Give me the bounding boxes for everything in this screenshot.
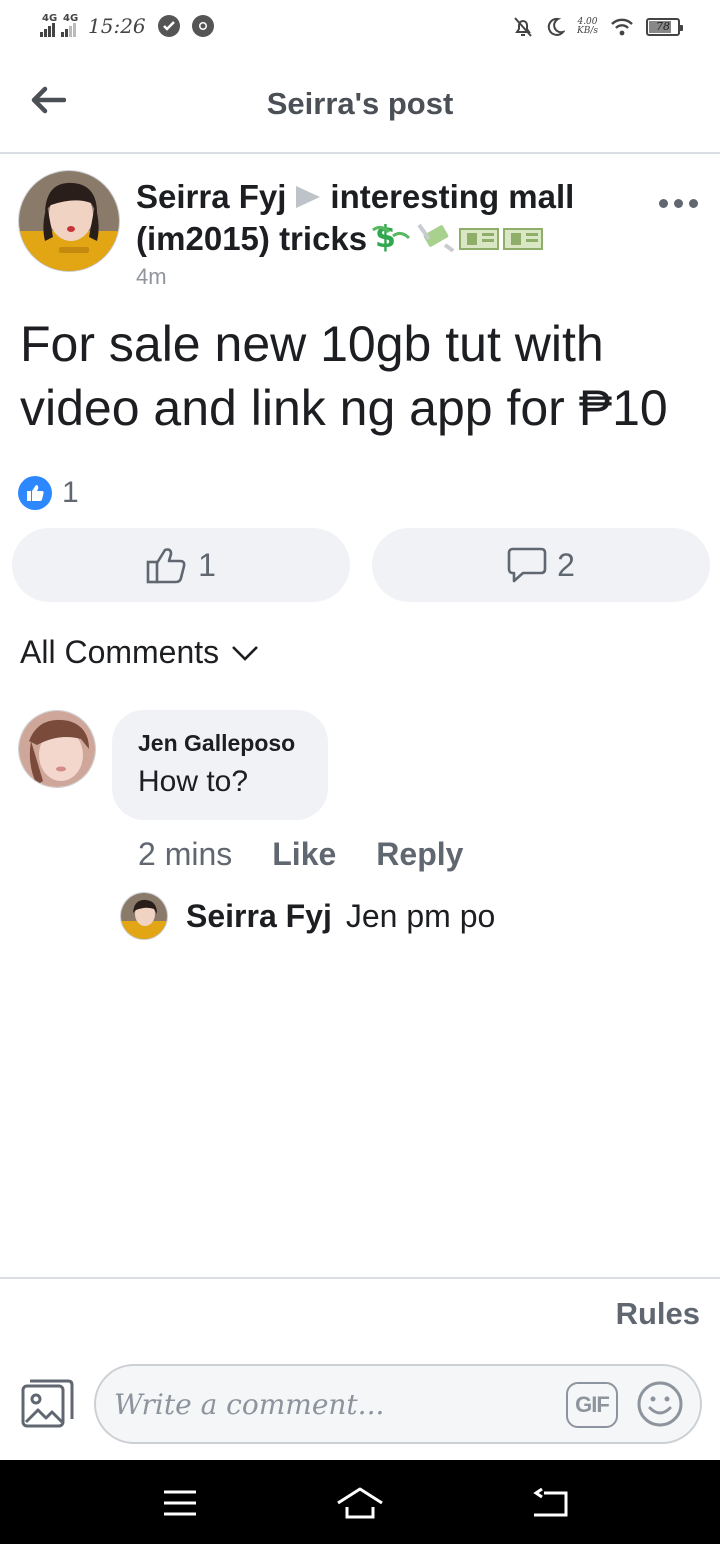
more-options-button[interactable] bbox=[656, 192, 700, 214]
status-time: 15:26 bbox=[88, 14, 146, 38]
photo-button[interactable] bbox=[20, 1378, 74, 1430]
battery-icon: 78 bbox=[646, 18, 683, 36]
commenter-avatar[interactable] bbox=[18, 710, 96, 788]
rules-link[interactable]: Rules bbox=[616, 1296, 700, 1332]
chrome-icon bbox=[191, 15, 214, 37]
notification-icon bbox=[157, 15, 180, 37]
reply-preview[interactable]: Seirra Fyj Jen pm po bbox=[120, 892, 495, 940]
comment-timestamp: 2 mins bbox=[138, 836, 233, 872]
dot-icon bbox=[688, 198, 698, 208]
comment-input[interactable] bbox=[114, 1376, 544, 1432]
shared-to-arrow-icon bbox=[296, 186, 321, 209]
page-title: Seirra's post bbox=[266, 86, 454, 121]
nav-back-button[interactable] bbox=[520, 1478, 580, 1528]
like-reaction-icon bbox=[18, 476, 52, 510]
reaction-count: 1 bbox=[62, 476, 79, 509]
wifi-icon bbox=[611, 18, 633, 36]
home-icon bbox=[337, 1487, 383, 1519]
comment-actions: 2 mins Like Reply bbox=[138, 834, 463, 874]
post-meta: Seirra Fyj interesting mall (im2015) tric… bbox=[136, 176, 616, 291]
signal-icon: 4G bbox=[40, 13, 58, 37]
speed-unit: KB/s bbox=[577, 26, 598, 36]
comment-bubble-icon bbox=[507, 547, 547, 583]
bell-off-icon bbox=[514, 17, 532, 37]
gif-button[interactable]: GIF bbox=[566, 1382, 618, 1428]
top-app-bar: Seirra's post bbox=[0, 58, 720, 154]
chevron-down-icon bbox=[232, 645, 259, 661]
comment-composer: GIF bbox=[94, 1364, 702, 1444]
smiley-icon bbox=[637, 1381, 683, 1427]
like-count: 1 bbox=[198, 546, 216, 583]
comment-reply-button[interactable]: Reply bbox=[376, 834, 463, 874]
photo-icon bbox=[21, 1379, 74, 1428]
signal-icon-2: 4G bbox=[61, 13, 79, 37]
post-author-name[interactable]: Seirra Fyj bbox=[136, 178, 286, 215]
svg-text:$: $ bbox=[375, 220, 396, 252]
banknote-icon bbox=[459, 220, 500, 262]
nav-home-button[interactable] bbox=[330, 1478, 390, 1528]
banknote-icon-2 bbox=[503, 220, 544, 262]
comments-filter-label: All Comments bbox=[20, 634, 220, 670]
net-speed: 4.00 KB/s bbox=[577, 18, 598, 36]
battery-percent: 78 bbox=[656, 20, 670, 33]
back-icon bbox=[533, 1487, 568, 1517]
moon-icon bbox=[547, 17, 565, 36]
money-bag-icon: $ bbox=[371, 220, 411, 262]
status-left: 4G 4G 15:26 bbox=[40, 13, 214, 38]
comment-button[interactable]: 2 bbox=[372, 528, 710, 602]
reply-avatar bbox=[120, 892, 168, 940]
comment-count: 2 bbox=[557, 546, 575, 583]
network-type-2: 4G bbox=[63, 13, 79, 24]
comment-text: How to? bbox=[138, 765, 249, 798]
dot-icon bbox=[658, 198, 668, 208]
reaction-summary[interactable]: 1 bbox=[18, 476, 79, 510]
nav-menu-button[interactable] bbox=[150, 1478, 210, 1528]
status-right: 4.00 KB/s 78 bbox=[513, 16, 683, 38]
post-body: For sale new 10gb tut with video and lin… bbox=[20, 316, 668, 436]
reply-author: Seirra Fyj bbox=[186, 897, 332, 934]
reply-text: Jen pm po bbox=[345, 897, 496, 934]
status-bar: 4G 4G 15:26 4.00 KB/s 78 bbox=[0, 0, 720, 58]
dot-icon bbox=[673, 198, 683, 208]
author-avatar[interactable] bbox=[18, 170, 120, 272]
comments-filter-dropdown[interactable]: All Comments bbox=[20, 634, 259, 671]
network-type-1: 4G bbox=[42, 13, 58, 24]
like-button[interactable]: 1 bbox=[12, 528, 350, 602]
composer-divider bbox=[0, 1277, 720, 1279]
post-timestamp[interactable]: 4m bbox=[136, 263, 616, 291]
emoji-button[interactable] bbox=[636, 1380, 684, 1428]
thumbs-up-icon bbox=[146, 548, 186, 584]
comment-author[interactable]: Jen Galleposo bbox=[138, 728, 302, 758]
system-nav-bar bbox=[0, 1460, 720, 1544]
post-title-line: Seirra Fyj interesting mall (im2015) tric… bbox=[136, 176, 616, 263]
comment-bubble[interactable]: Jen Galleposo How to? bbox=[112, 710, 328, 820]
menu-icon bbox=[164, 1490, 196, 1516]
money-wings-icon bbox=[415, 219, 455, 263]
comment-like-button[interactable]: Like bbox=[272, 834, 336, 874]
